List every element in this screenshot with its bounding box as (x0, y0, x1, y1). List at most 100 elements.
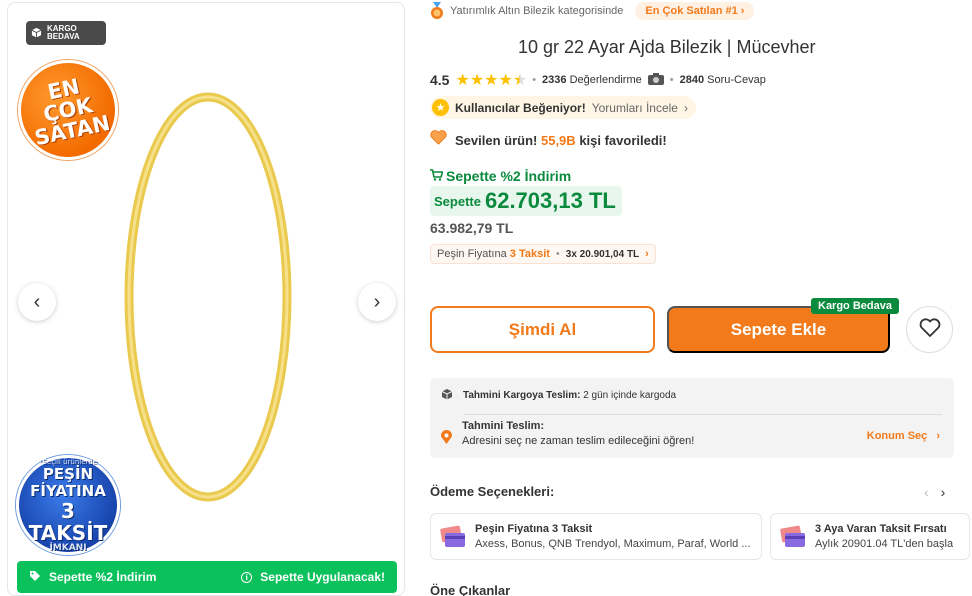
product-gallery: KARGO BEDAVA EN ÇOK SATAN ‹ › *Seçili ür… (7, 2, 405, 596)
bangle-image (124, 92, 292, 502)
gallery-prev-button[interactable]: ‹ (18, 283, 56, 321)
heart-outline-icon (919, 318, 941, 341)
delivery-estimate-text: Adresini seç ne zaman teslim edileceğini… (462, 435, 695, 447)
box-icon (31, 27, 42, 40)
category-row: Yatırımlık Altın Bilezik kategorisinde E… (430, 2, 755, 20)
box-icon (441, 388, 453, 403)
delivery-estimate-row: Tahmini Teslim: Adresini seç ne zaman te… (441, 420, 694, 447)
payment-carousel-arrows: ‹ › (924, 484, 945, 500)
tag-icon (29, 570, 41, 585)
chevron-right-icon[interactable]: › (941, 484, 946, 500)
separator-dot: • (532, 74, 537, 86)
installment-count: 3 Taksit (509, 248, 550, 260)
info-icon: i (241, 571, 253, 583)
credit-card-icon (779, 523, 807, 551)
kargo-badge-line2: BEDAVA (47, 32, 80, 41)
star-icon: ★ (455, 72, 469, 89)
highlights-title: Öne Çıkanlar (430, 583, 511, 596)
fav-prefix: Sevilen ürün! (455, 132, 538, 148)
star-icon: ★ (484, 72, 498, 89)
pesin-sticker-line3: 3 TAKSİT (28, 499, 108, 545)
select-location-text: Konum Seç (866, 430, 928, 442)
basket-discount-label: Sepette %2 İndirim (430, 168, 571, 184)
fav-count: 55,9B (540, 132, 576, 148)
basket-discount-text: Sepette %2 İndirim (446, 168, 572, 184)
reviews-label: Değerlendirme (569, 74, 642, 86)
cargo-estimate-label: Tahmini Kargoya Teslim: (463, 390, 581, 401)
chevron-right-icon: › (936, 430, 940, 442)
chevron-right-icon: › (740, 5, 745, 17)
basket-price-label: Sepette (434, 193, 481, 209)
pesin-sticker-line1: PEŞİN (42, 465, 94, 483)
separator-dot: • (555, 248, 560, 260)
payment-options-title: Ödeme Seçenekleri: (430, 484, 555, 499)
camera-icon (647, 72, 664, 88)
category-text: Yatırımlık Altın Bilezik kategorisinde (450, 5, 624, 17)
chevron-left-icon[interactable]: ‹ (924, 484, 929, 500)
medal-icon (430, 2, 444, 20)
basket-price-value: 62.703,13 TL (484, 188, 616, 213)
product-title: 10 gr 22 Ayar Ajda Bilezik | Mücevher (518, 37, 816, 58)
basket-price-box: Sepette 62.703,13 TL (430, 186, 622, 216)
sepette-bar-right-text: Sepette Uygulanacak! (260, 570, 385, 584)
favorite-button[interactable] (906, 306, 953, 353)
location-pin-icon (441, 430, 452, 447)
half-star-icon: ★ (512, 72, 527, 89)
installment-chip[interactable]: Peşin Fiyatına 3 Taksit • 3x 20.901,04 T… (430, 244, 656, 264)
chevron-left-icon: ‹ (33, 290, 41, 313)
gallery-next-button[interactable]: › (358, 283, 396, 321)
best-seller-rank-text: En Çok Satılan #1 (645, 5, 738, 17)
delivery-estimate-label: Tahmini Teslim: (462, 420, 545, 432)
cart-icon (430, 168, 444, 184)
payment-option-title: 3 Aya Varan Taksit Fırsatı (815, 523, 947, 535)
select-location-link[interactable]: Konum Seç › (867, 430, 940, 442)
chevron-right-icon: › (683, 100, 688, 115)
pesin-sticker-line2: FİYATINA (30, 482, 106, 500)
payment-option-title: Peşin Fiyatına 3 Taksit (475, 523, 593, 535)
rating-row: 4.5 ★ ★ ★ ★ ★ • 2336 Değerlendirme • 284… (430, 70, 766, 90)
pesin-fiyatina-sticker: *Seçili ürünlerde PEŞİN FİYATINA 3 TAKSİ… (16, 455, 120, 555)
see-reviews-link[interactable]: Yorumları İncele (592, 101, 678, 115)
favorite-info-row: Sevilen ürün! 55,9B kişi favoriledi! (430, 130, 667, 150)
chevron-right-icon: › (645, 248, 649, 260)
heart-icon (430, 130, 447, 150)
product-title-text: 10 gr 22 Ayar Ajda Bilezik | Mücevher (518, 37, 816, 57)
rating-value: 4.5 (430, 72, 450, 88)
installment-prefix: Peşin Fiyatına (437, 248, 507, 260)
sepette-indirim-bar: Sepette %2 İndirim i Sepette Uygulanacak… (17, 561, 397, 593)
sepette-bar-left-text: Sepette %2 İndirim (49, 570, 157, 584)
best-seller-rank-link[interactable]: En Çok Satılan #1 › (635, 2, 755, 20)
buy-now-button[interactable]: Şimdi Al (430, 306, 655, 353)
product-image[interactable] (108, 87, 308, 507)
reviews-count: 2336 (542, 74, 567, 86)
cargo-estimate-row: Tahmini Kargoya Teslim: 2 gün içinde kar… (441, 388, 676, 403)
divider (464, 414, 942, 415)
separator-dot: • (669, 74, 674, 86)
free-shipping-tag: Kargo Bedava (811, 298, 899, 314)
chevron-right-icon: › (373, 290, 381, 313)
qa-count: 2840 (679, 74, 705, 86)
star-icon: ★ (498, 72, 513, 89)
payment-option-text: Axess, Bonus, QNB Trendyol, Maximum, Par… (475, 538, 751, 550)
pesin-sticker-line4: İMKANI (49, 543, 87, 553)
en-cok-satan-text: EN ÇOK SATAN (32, 73, 113, 150)
payment-option-card[interactable]: 3 Aya Varan Taksit Fırsatı Aylık 20901.0… (770, 513, 970, 560)
rating-stars[interactable]: ★ ★ ★ ★ ★ (455, 70, 527, 90)
fav-suffix: kişi favoriledi! (579, 132, 667, 148)
payment-option-card[interactable]: Peşin Fiyatına 3 Taksit Axess, Bonus, QN… (430, 513, 762, 560)
qa-link[interactable]: 2840 Soru-Cevap (680, 74, 766, 86)
star-icon: ★ (432, 99, 449, 116)
payment-option-text: Aylık 20901.04 TL'den başla (815, 538, 954, 550)
cargo-estimate-value: 2 gün içinde kargoda (583, 390, 677, 401)
users-like-text: Kullanıcılar Beğeniyor! (455, 100, 586, 115)
installment-detail: 3x 20.901,04 TL (565, 248, 640, 260)
qa-label: Soru-Cevap (707, 74, 766, 86)
kargo-bedava-badge: KARGO BEDAVA (26, 21, 106, 45)
users-like-badge[interactable]: ★ Kullanıcılar Beğeniyor! Yorumları İnce… (430, 96, 696, 119)
reviews-link[interactable]: 2336 Değerlendirme (542, 74, 642, 86)
delivery-info-box: Tahmini Kargoya Teslim: 2 gün içinde kar… (430, 378, 954, 458)
original-price: 63.982,79 TL (430, 220, 514, 236)
star-icon: ★ (469, 72, 484, 89)
pesin-sticker-small: *Seçili ürünlerde (38, 458, 98, 466)
credit-card-icon (439, 523, 467, 551)
